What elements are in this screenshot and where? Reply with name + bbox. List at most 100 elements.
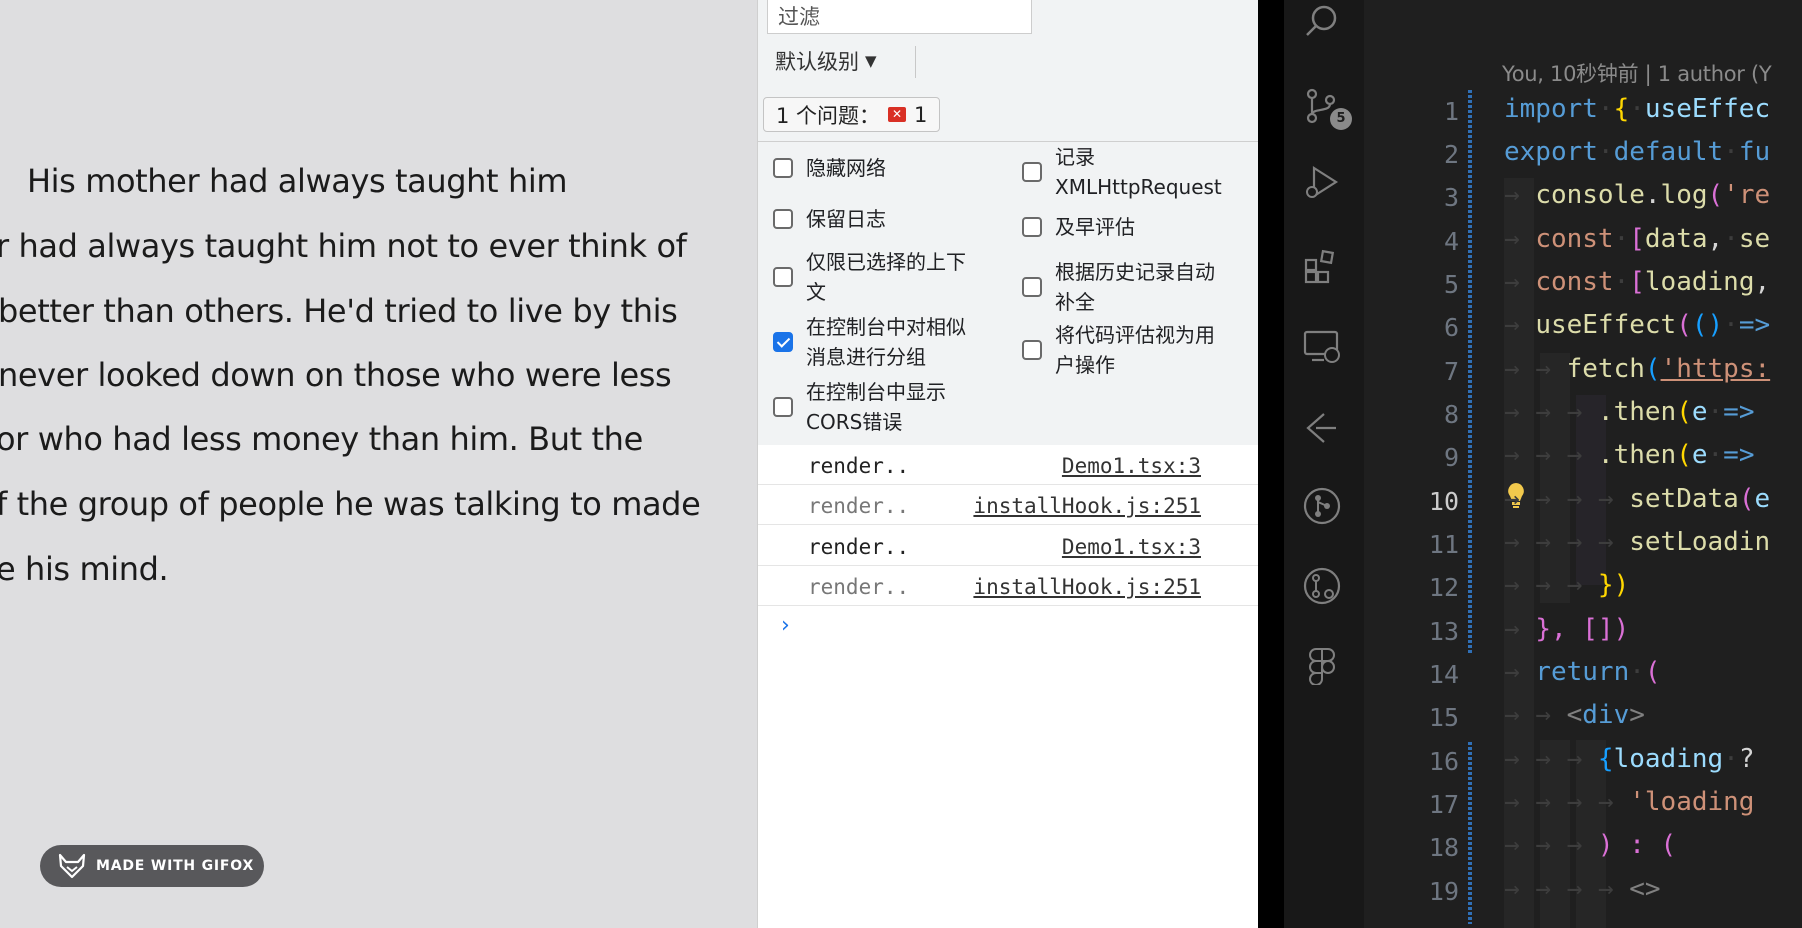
checkbox[interactable] xyxy=(773,158,793,178)
code-token: .then xyxy=(1597,440,1677,470)
checkbox[interactable] xyxy=(1022,162,1042,182)
code-token: default xyxy=(1613,137,1724,167)
code-line: → console.log('re xyxy=(1504,180,1771,210)
code-line: → → → → setData(e xyxy=(1504,484,1771,514)
line-number: 17 xyxy=(1428,790,1459,819)
log-source-link[interactable]: Demo1.tsx:3 xyxy=(1062,535,1201,559)
issues-count: 1 xyxy=(914,102,928,127)
code-token: => xyxy=(1738,310,1771,340)
code-token: { xyxy=(1613,94,1630,124)
code-line: → → → .then(e·=> xyxy=(1504,440,1755,470)
code-token: div xyxy=(1582,700,1630,730)
code-token: ) : ( xyxy=(1597,830,1677,860)
code-line: → const·[loading, xyxy=(1504,267,1771,297)
code-token: }) xyxy=(1597,570,1630,600)
console-log-row: render.. Demo1.tsx:3 xyxy=(758,445,1259,485)
story-text-line: f the group of people he was talking to … xyxy=(0,485,701,523)
setting-hide-network[interactable]: 隐藏网络 xyxy=(773,153,973,183)
code-token: useEffect xyxy=(1535,310,1677,340)
code-line: → → → }) xyxy=(1504,570,1630,600)
checkbox-checked[interactable] xyxy=(773,332,793,352)
git-graph-icon[interactable] xyxy=(1302,486,1342,526)
fox-logo-icon xyxy=(58,853,86,879)
modified-lines-gutter xyxy=(1468,90,1472,655)
log-message: render.. xyxy=(808,494,910,518)
testing-icon[interactable] xyxy=(1302,408,1342,448)
code-token: .then xyxy=(1597,397,1677,427)
code-token: => xyxy=(1723,440,1755,470)
issues-label: 1 个问题： xyxy=(776,103,881,128)
code-token: setData xyxy=(1629,484,1739,514)
log-level-dropdown[interactable]: 默认级别 ▼ xyxy=(775,46,877,76)
line-number: 13 xyxy=(1428,617,1459,646)
setting-show-cors-errors[interactable]: 在控制台中显示 CORS错误 xyxy=(773,377,983,437)
filter-input[interactable] xyxy=(767,0,1032,34)
code-token: fetch xyxy=(1566,354,1645,384)
gitlens-icon[interactable] xyxy=(1302,566,1342,606)
setting-eager-eval[interactable]: 及早评估 xyxy=(1022,212,1252,242)
code-token: 're xyxy=(1723,180,1771,210)
story-text-line: His mother had always taught him xyxy=(27,162,568,200)
code-line: → useEffect(()·=> xyxy=(1504,310,1771,340)
code-token: 'loading xyxy=(1629,787,1755,817)
scm-changes-badge: 5 xyxy=(1330,108,1352,130)
code-token: const xyxy=(1535,267,1614,297)
console-toolbar: 默认级别 ▼ 1 个问题： ✕ 1 xyxy=(758,0,1259,141)
story-text-line: never looked down on those who were less xyxy=(0,356,672,394)
log-message: render.. xyxy=(808,535,910,559)
git-blame-codelens[interactable]: You, 10秒钟前 | 1 author (Y xyxy=(1502,58,1772,88)
checkbox[interactable] xyxy=(1022,340,1042,360)
code-line: → → fetch('https: xyxy=(1504,354,1771,384)
log-source-link[interactable]: installHook.js:251 xyxy=(973,575,1201,599)
caret-down-icon: ▼ xyxy=(865,52,877,70)
code-line: → → → ) : ( xyxy=(1504,830,1677,860)
setting-treat-eval-as-user[interactable]: 将代码评估视为用户操作 xyxy=(1022,320,1252,380)
console-log-row: render.. installHook.js:251 xyxy=(758,485,1259,525)
setting-group-similar[interactable]: 在控制台中对相似消息进行分组 xyxy=(773,312,983,372)
code-line: → → → → <> xyxy=(1504,874,1661,904)
code-line: → }, []) xyxy=(1504,614,1630,644)
code-line: → const·[data,·se xyxy=(1504,224,1771,254)
extensions-icon[interactable] xyxy=(1302,246,1342,286)
checkbox[interactable] xyxy=(1022,277,1042,297)
console-log-row: render.. Demo1.tsx:3 xyxy=(758,526,1259,566)
setting-selected-context-only[interactable]: 仅限已选择的上下文 xyxy=(773,247,983,307)
gifox-label: MADE WITH GIFOX xyxy=(96,858,255,874)
code-token: return xyxy=(1535,657,1630,687)
code-token: const xyxy=(1535,224,1614,254)
line-number: 14 xyxy=(1428,660,1459,689)
checkbox[interactable] xyxy=(773,267,793,287)
setting-autocomplete-history[interactable]: 根据历史记录自动补全 xyxy=(1022,257,1252,317)
figma-icon[interactable] xyxy=(1302,645,1342,686)
code-token: console xyxy=(1535,180,1645,210)
web-page-content: His mother had always taught him r had a… xyxy=(0,0,757,928)
line-number: 8 xyxy=(1443,400,1459,429)
line-number: 12 xyxy=(1428,573,1459,602)
log-source-link[interactable]: installHook.js:251 xyxy=(973,494,1201,518)
setting-preserve-log[interactable]: 保留日志 xyxy=(773,204,973,234)
code-token: export xyxy=(1504,137,1598,167)
search-icon[interactable] xyxy=(1302,2,1342,42)
log-source-link[interactable]: Demo1.tsx:3 xyxy=(1062,454,1201,478)
code-token: }, []) xyxy=(1535,614,1630,644)
vscode-activity-bar: 5 xyxy=(1284,0,1364,928)
issues-button[interactable]: 1 个问题： ✕ 1 xyxy=(763,97,941,132)
window-divider xyxy=(1258,0,1284,928)
code-token: <> xyxy=(1629,874,1661,904)
toolbar-divider xyxy=(915,46,916,78)
remote-explorer-icon[interactable] xyxy=(1302,326,1342,366)
modified-lines-gutter xyxy=(1468,742,1472,924)
code-line: → → → .then(e·=> xyxy=(1504,397,1755,427)
code-editor[interactable]: You, 10秒钟前 | 1 author (Y 1 2 3 4 5 6 7 8… xyxy=(1364,0,1802,928)
run-debug-icon[interactable] xyxy=(1302,162,1342,202)
checkbox[interactable] xyxy=(773,209,793,229)
setting-log-xhr[interactable]: 记录 XMLHttpRequest xyxy=(1022,142,1252,202)
code-token: ? xyxy=(1738,744,1755,774)
indent-guide xyxy=(1540,353,1570,603)
console-prompt-chevron-icon[interactable]: › xyxy=(781,613,790,638)
checkbox[interactable] xyxy=(773,397,793,417)
line-number: 15 xyxy=(1428,703,1459,732)
checkbox[interactable] xyxy=(1022,217,1042,237)
code-line: → → <div> xyxy=(1504,700,1645,730)
line-number: 5 xyxy=(1443,270,1459,299)
